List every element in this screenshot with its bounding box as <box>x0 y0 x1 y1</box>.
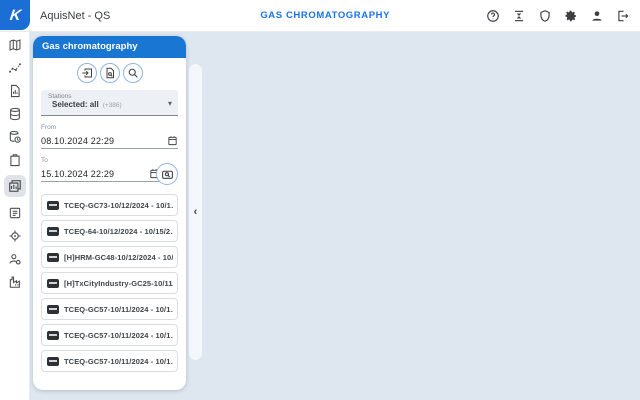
user-settings-icon <box>8 252 22 266</box>
chromatogram-icon <box>47 227 59 236</box>
left-sidebar <box>0 32 30 400</box>
to-label: To <box>41 157 178 164</box>
logout-icon <box>616 9 630 23</box>
topbar-actions <box>485 0 630 32</box>
result-label: [H]TxCityIndustry-GC25-10/11/… <box>64 279 173 288</box>
panel-title: Gas chromatography <box>33 36 186 58</box>
panel-collapse-handle[interactable]: ‹ <box>189 64 202 360</box>
settings-button[interactable] <box>563 9 578 24</box>
result-label: TCEQ-GC57-10/11/2024 - 10/1… <box>64 357 173 366</box>
database-icon <box>8 107 22 121</box>
logo-letter: K <box>8 7 21 24</box>
from-field-group: From 08.10.2024 22:29 <box>41 124 178 149</box>
file-search-button[interactable] <box>100 63 120 83</box>
run-query-button[interactable] <box>156 163 178 185</box>
chromatogram-icon <box>47 201 59 210</box>
from-label: From <box>41 124 178 131</box>
gear-icon <box>564 9 578 23</box>
top-bar: K AquisNet - QS GAS CHROMATOGRAPHY <box>0 0 640 32</box>
article-icon <box>8 206 22 220</box>
map-icon <box>8 38 22 52</box>
sidebar-item-industry[interactable] <box>4 274 26 289</box>
list-item[interactable]: [H]TxCityIndustry-GC25-10/11/… <box>41 272 178 294</box>
report-file-icon <box>8 84 22 98</box>
result-label: TCEQ-GC57-10/11/2024 - 10/1… <box>64 331 173 340</box>
list-item[interactable]: TCEQ-GC57-10/11/2024 - 10/1… <box>41 324 178 346</box>
sidebar-item-trends[interactable] <box>4 60 26 75</box>
sidebar-item-gas-chromatography[interactable] <box>4 175 26 197</box>
sidebar-item-stations-locator[interactable] <box>4 228 26 243</box>
person-icon <box>590 9 604 23</box>
to-field-group: To 15.10.2024 22:29 <box>41 157 178 182</box>
list-item[interactable]: TCEQ-64-10/12/2024 - 10/15/2… <box>41 220 178 242</box>
shield-icon <box>538 9 552 23</box>
security-button[interactable] <box>537 9 552 24</box>
gps-target-icon <box>8 229 22 243</box>
chromatogram-icon <box>47 253 59 262</box>
scatter-chart-icon <box>8 61 22 75</box>
from-value: 08.10.2024 22:29 <box>41 136 114 146</box>
list-item[interactable]: TCEQ-GC57-10/11/2024 - 10/1… <box>41 350 178 372</box>
from-input[interactable]: 08.10.2024 22:29 <box>41 133 178 149</box>
help-button[interactable] <box>485 9 500 24</box>
chromatogram-icon <box>47 279 59 288</box>
results-list: TCEQ-GC73-10/12/2024 - 10/1… TCEQ-64-10/… <box>41 194 178 372</box>
chevron-down-icon: ▾ <box>168 99 172 108</box>
sidebar-item-reports[interactable] <box>4 83 26 98</box>
sidebar-item-clipboard[interactable] <box>4 152 26 167</box>
compress-button[interactable] <box>511 9 526 24</box>
sidebar-item-data-history[interactable] <box>4 129 26 144</box>
help-icon <box>486 9 500 23</box>
to-value: 15.10.2024 22:29 <box>41 169 114 179</box>
list-item[interactable]: [H]HRM-GC48-10/12/2024 - 10/… <box>41 246 178 268</box>
result-label: TCEQ-64-10/12/2024 - 10/15/2… <box>64 227 173 236</box>
sidebar-item-map[interactable] <box>4 37 26 52</box>
sidebar-item-journal[interactable] <box>4 205 26 220</box>
compress-icon <box>512 9 526 23</box>
database-history-icon <box>8 130 22 144</box>
sidebar-item-database[interactable] <box>4 106 26 121</box>
chevron-left-icon: ‹ <box>194 207 198 218</box>
file-search-icon <box>104 67 116 79</box>
stations-extra-count: (+386) <box>103 102 122 109</box>
chromatogram-icon <box>47 331 59 340</box>
list-item[interactable]: TCEQ-GC57-10/11/2024 - 10/1… <box>41 298 178 320</box>
result-label: TCEQ-GC73-10/12/2024 - 10/1… <box>64 201 173 210</box>
import-icon <box>81 67 93 79</box>
result-label: [H]HRM-GC48-10/12/2024 - 10/… <box>64 253 173 262</box>
gas-chromatography-panel: Gas chromatography Stations Selected: al… <box>33 36 186 390</box>
calendar-icon[interactable] <box>167 135 178 146</box>
sidebar-item-user-management[interactable] <box>4 251 26 266</box>
stations-label: Stations <box>41 90 178 100</box>
panel-toolbar <box>33 58 186 83</box>
page-title: GAS CHROMATOGRAPHY <box>260 0 390 32</box>
logout-button[interactable] <box>615 9 630 24</box>
account-button[interactable] <box>589 9 604 24</box>
chromatogram-icon <box>47 357 59 366</box>
stations-value: Selected: all <box>52 100 99 109</box>
search-button[interactable] <box>123 63 143 83</box>
chromatogram-icon <box>47 305 59 314</box>
list-item[interactable]: TCEQ-GC73-10/12/2024 - 10/1… <box>41 194 178 216</box>
clipboard-icon <box>8 153 22 167</box>
app-title: AquisNet - QS <box>40 0 110 32</box>
aquisnet-logo: K <box>0 0 30 30</box>
factory-icon <box>8 275 22 289</box>
search-icon <box>127 67 139 79</box>
import-button[interactable] <box>77 63 97 83</box>
stations-select[interactable]: Stations Selected: all (+386) ▾ <box>41 90 178 116</box>
to-input[interactable]: 15.10.2024 22:29 <box>41 166 160 182</box>
gas-chromatography-icon <box>8 179 22 193</box>
content-search-icon <box>161 168 174 181</box>
result-label: TCEQ-GC57-10/11/2024 - 10/1… <box>64 305 173 314</box>
